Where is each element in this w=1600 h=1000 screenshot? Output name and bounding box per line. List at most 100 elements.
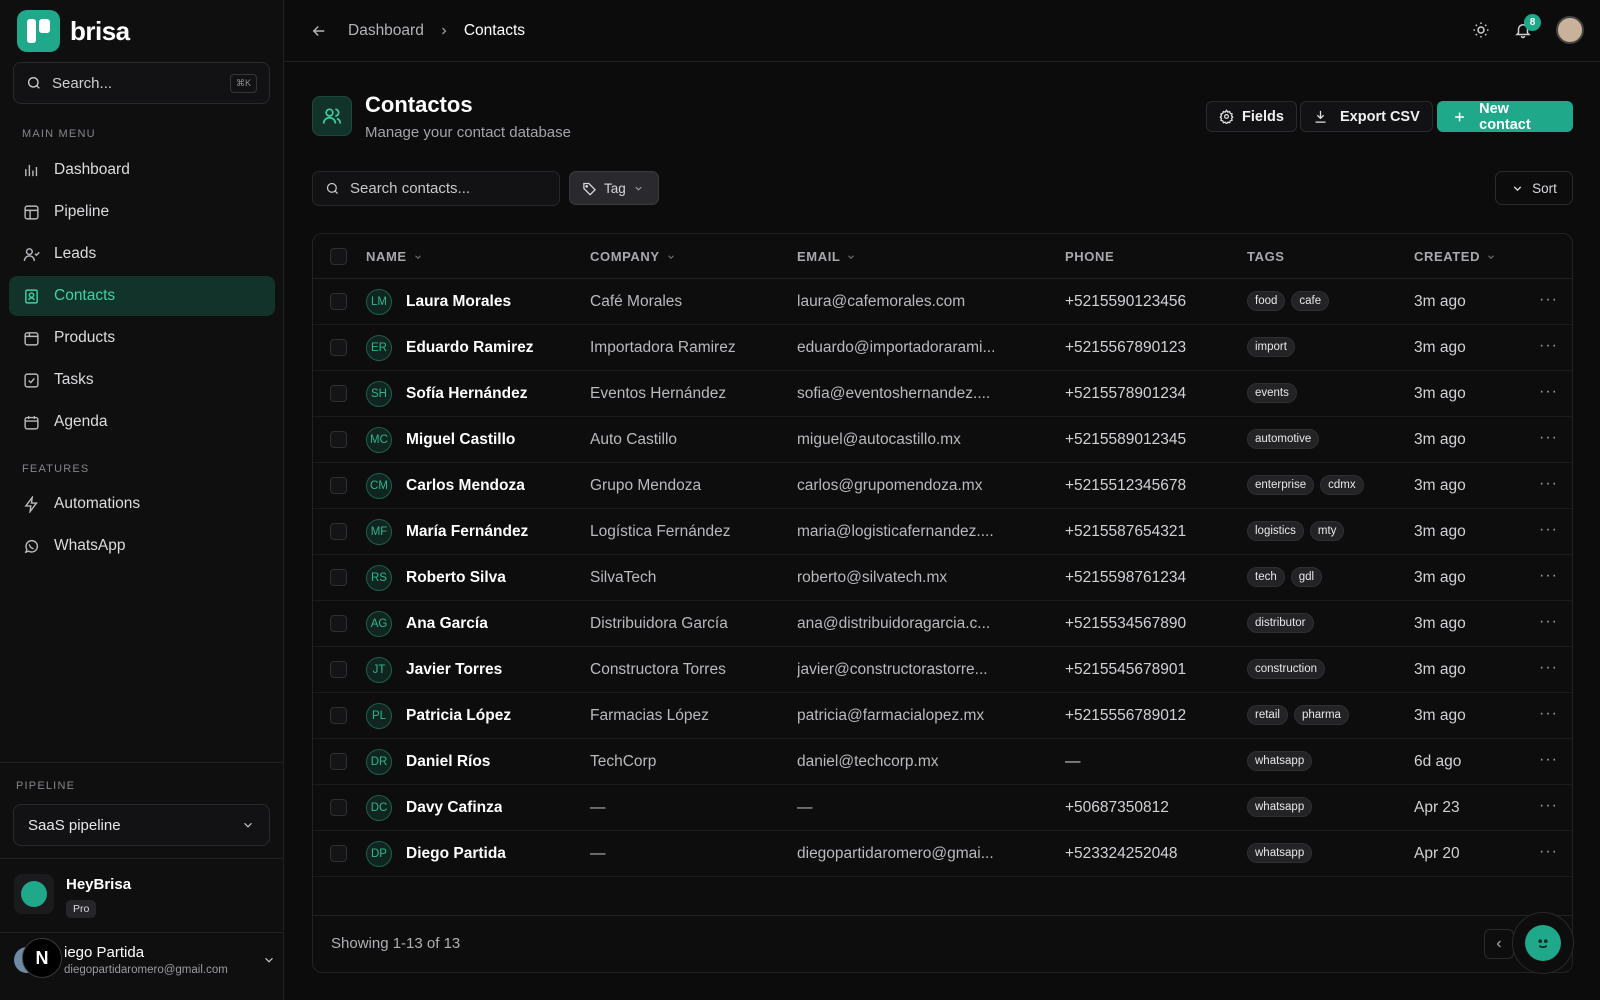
table-row[interactable]: DR Daniel Ríos TechCorp daniel@techcorp.mx —… [313, 739, 1572, 785]
contact-name[interactable]: María Fernández [406, 523, 528, 541]
search-contacts-input[interactable]: Search contacts... [312, 171, 560, 206]
row-actions-icon[interactable]: ··· [1539, 705, 1558, 723]
sidebar-item-products[interactable]: Products [9, 318, 275, 358]
contact-name[interactable]: Eduardo Ramirez [406, 339, 533, 357]
tag-badge: pharma [1293, 705, 1349, 725]
sidebar-item-label: Agenda [54, 413, 108, 430]
sort-button[interactable]: Sort [1495, 171, 1573, 205]
row-checkbox[interactable] [330, 385, 347, 402]
contact-name[interactable]: Davy Cafinza [406, 799, 502, 817]
column-header-label: COMPANY [590, 249, 660, 264]
row-actions-icon[interactable]: ··· [1539, 751, 1558, 769]
table-row[interactable]: SH Sofía Hernández Eventos Hernández sofia@… [313, 371, 1572, 417]
row-checkbox[interactable] [330, 523, 347, 540]
column-header-company[interactable]: COMPANY [590, 249, 676, 264]
table-row[interactable]: RS Roberto Silva SilvaTech roberto@silvatec… [313, 555, 1572, 601]
sidebar-item-automations[interactable]: Automations [9, 484, 275, 524]
pipeline-section-label: PIPELINE [16, 780, 76, 792]
export-csv-button[interactable]: Export CSV [1300, 101, 1433, 132]
contact-name[interactable]: Carlos Mendoza [406, 477, 525, 495]
row-actions-icon[interactable]: ··· [1539, 843, 1558, 861]
contact-name[interactable]: Sofía Hernández [406, 385, 527, 403]
sidebar-item-pipeline[interactable]: Pipeline [9, 192, 275, 232]
row-checkbox[interactable] [330, 799, 347, 816]
contact-name[interactable]: Laura Morales [406, 293, 511, 311]
breadcrumb-dashboard[interactable]: Dashboard [348, 22, 424, 40]
tag-badge: food [1247, 291, 1286, 311]
brand[interactable]: brisa [17, 10, 130, 52]
row-actions-icon[interactable]: ··· [1539, 429, 1558, 447]
chevron-down-icon [414, 254, 421, 259]
notification-count-badge: 8 [1524, 14, 1541, 31]
next-dev-badge[interactable]: N [22, 938, 62, 978]
table-row[interactable]: LM Laura Morales Café Morales laura@cafemor… [313, 279, 1572, 325]
contact-avatar: DP [366, 841, 392, 867]
row-checkbox[interactable] [330, 707, 347, 724]
table-row[interactable]: ER Eduardo Ramirez Importadora Ramirez edua… [313, 325, 1572, 371]
table-row[interactable]: MF María Fernández Logística Fernández mari… [313, 509, 1572, 555]
sidebar-item-agenda[interactable]: Agenda [9, 402, 275, 442]
sidebar-item-tasks[interactable]: Tasks [9, 360, 275, 400]
row-actions-icon[interactable]: ··· [1539, 337, 1558, 355]
column-header-name[interactable]: NAME [366, 249, 423, 264]
contact-name[interactable]: Daniel Ríos [406, 753, 490, 771]
column-header-label: PHONE [1065, 249, 1115, 264]
contact-name[interactable]: Javier Torres [406, 661, 502, 679]
row-actions-icon[interactable]: ··· [1539, 567, 1558, 585]
contact-name[interactable]: Diego Partida [406, 845, 506, 863]
row-actions-icon[interactable]: ··· [1539, 291, 1558, 309]
sidebar-item-contacts[interactable]: Contacts [9, 276, 275, 316]
row-checkbox[interactable] [330, 661, 347, 678]
table-row[interactable]: MC Miguel Castillo Auto Castillo miguel@aut… [313, 417, 1572, 463]
table-row[interactable]: DC Davy Cafinza — — +50687350812 whatsapp Apr … [313, 785, 1572, 831]
sidebar-item-whatsapp[interactable]: WhatsApp [9, 526, 275, 566]
row-checkbox[interactable] [330, 339, 347, 356]
row-checkbox[interactable] [330, 477, 347, 494]
whatsapp-icon [24, 539, 39, 553]
tag-badge: cafe [1291, 291, 1330, 311]
back-arrow-icon[interactable] [310, 22, 328, 40]
row-checkbox[interactable] [330, 431, 347, 448]
contact-company: Grupo Mendoza [590, 477, 702, 494]
avatar[interactable] [1556, 16, 1584, 44]
row-actions-icon[interactable]: ··· [1539, 613, 1558, 631]
contact-name[interactable]: Ana García [406, 615, 488, 633]
row-checkbox[interactable] [330, 753, 347, 770]
column-header-created[interactable]: CREATED [1414, 249, 1496, 264]
pipeline-select[interactable]: SaaS pipeline [13, 804, 270, 846]
contact-tags: construction [1247, 659, 1326, 679]
select-all-checkbox[interactable] [330, 248, 347, 265]
notifications-button[interactable]: 8 [1514, 14, 1541, 39]
theme-toggle-icon[interactable] [1472, 21, 1490, 39]
row-actions-icon[interactable]: ··· [1539, 797, 1558, 815]
contact-name[interactable]: Miguel Castillo [406, 431, 515, 449]
row-checkbox[interactable] [330, 615, 347, 632]
column-header-email[interactable]: EMAIL [797, 249, 856, 264]
table-row[interactable]: DP Diego Partida — diegopartidaromero@gmai.… [313, 831, 1572, 877]
row-actions-icon[interactable]: ··· [1539, 659, 1558, 677]
contact-phone: +5215590123456 [1065, 293, 1187, 310]
table-row[interactable]: JT Javier Torres Constructora Torres javier… [313, 647, 1572, 693]
row-checkbox[interactable] [330, 569, 347, 586]
row-checkbox[interactable] [330, 845, 347, 862]
sidebar-item-dashboard[interactable]: Dashboard [9, 150, 275, 190]
row-actions-icon[interactable]: ··· [1539, 383, 1558, 401]
table-row[interactable]: AG Ana García Distribuidora García ana@dist… [313, 601, 1572, 647]
row-checkbox[interactable] [330, 293, 347, 310]
fields-button[interactable]: Fields [1206, 101, 1297, 132]
contact-name[interactable]: Patricia López [406, 707, 511, 725]
new-contact-button[interactable]: New contact [1437, 101, 1573, 133]
row-actions-icon[interactable]: ··· [1539, 521, 1558, 539]
table-row[interactable]: PL Patricia López Farmacias López patricia@… [313, 693, 1572, 739]
contact-name[interactable]: Roberto Silva [406, 569, 506, 587]
org-switcher[interactable]: HeyBrisa Pro [14, 874, 131, 918]
page-subtitle: Manage your contact database [365, 124, 571, 141]
row-actions-icon[interactable]: ··· [1539, 475, 1558, 493]
sidebar-item-leads[interactable]: Leads [9, 234, 275, 274]
table-row[interactable]: CM Carlos Mendoza Grupo Mendoza carlos@grup… [313, 463, 1572, 509]
contact-created: 3m ago [1414, 661, 1466, 678]
previous-page-button[interactable] [1484, 929, 1514, 959]
sidebar-search[interactable]: Search... ⌘K [13, 62, 270, 104]
chat-assistant-button[interactable] [1512, 912, 1574, 974]
tag-filter-button[interactable]: Tag [569, 171, 659, 205]
